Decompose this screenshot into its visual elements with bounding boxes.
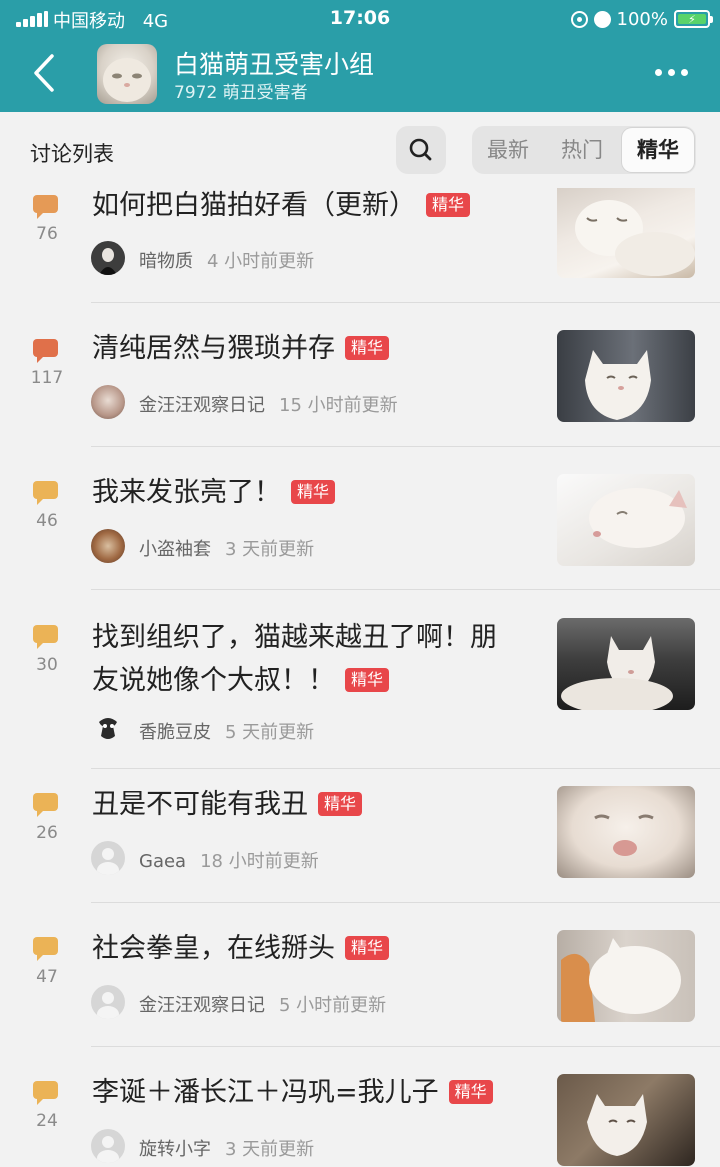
- comment-count: 47: [36, 967, 58, 987]
- comment-icon: [33, 937, 58, 961]
- divider: [91, 589, 720, 590]
- group-title: 白猫萌丑受害小组: [174, 50, 375, 79]
- author-name[interactable]: 香脆豆皮: [139, 722, 211, 743]
- post-title: 清纯居然与猥琐并存 精华: [92, 327, 532, 370]
- status-right: 100% ⚡: [570, 6, 713, 32]
- featured-badge: 精华: [318, 792, 363, 816]
- tab-latest[interactable]: 最新: [472, 126, 544, 174]
- status-bar: 中国移动 4G 17:06 100% ⚡: [0, 0, 720, 38]
- post-title-text: 李诞＋潘长江＋冯巩=我儿子: [92, 1077, 439, 1108]
- post-title: 社会拳皇，在线掰头 精华: [92, 927, 532, 970]
- post-thumbnail[interactable]: [557, 930, 695, 1022]
- post-title-text: 丑是不可能有我丑: [92, 789, 308, 820]
- comment-icon: [33, 195, 58, 219]
- search-icon: [409, 138, 432, 161]
- author-name[interactable]: Gaea: [139, 851, 186, 872]
- post-meta: 旋转小字 3 天前更新: [139, 1135, 314, 1161]
- featured-badge: 精华: [448, 1080, 493, 1104]
- update-time: 15 小时前更新: [279, 395, 398, 416]
- author-name[interactable]: 旋转小字: [139, 1139, 211, 1160]
- post-meta: 暗物质 4 小时前更新: [139, 247, 314, 273]
- group-avatar[interactable]: [97, 44, 157, 104]
- author-avatar[interactable]: [91, 712, 125, 746]
- update-time: 5 小时前更新: [279, 995, 387, 1016]
- divider: [91, 302, 720, 303]
- post-thumbnail[interactable]: [557, 188, 695, 278]
- comment-icon: [33, 339, 58, 363]
- post-thumbnail[interactable]: [557, 786, 695, 878]
- post-title-text: 社会拳皇，在线掰头: [92, 933, 335, 964]
- post-thumbnail[interactable]: [557, 330, 695, 422]
- comment-icon: [33, 793, 58, 817]
- comment-count: 26: [36, 823, 58, 843]
- discussion-list-label: 讨论列表: [30, 142, 114, 166]
- post-title: 我来发张亮了！ 精华: [92, 471, 532, 514]
- divider: [91, 768, 720, 769]
- post-meta: 小盗袖套 3 天前更新: [139, 535, 314, 561]
- discussion-toolbar: 讨论列表 最新 热门 精华: [0, 112, 720, 188]
- featured-badge: 精华: [345, 668, 390, 692]
- author-avatar[interactable]: [91, 985, 125, 1019]
- tab-hot[interactable]: 热门: [546, 126, 618, 174]
- comment-count: 46: [36, 511, 58, 531]
- battery-percent: 100%: [616, 8, 668, 30]
- comment-count: 117: [30, 368, 64, 388]
- post-meta: Gaea 18 小时前更新: [139, 847, 319, 873]
- update-time: 18 小时前更新: [200, 851, 319, 872]
- comment-count: 76: [36, 224, 58, 244]
- post-title: 丑是不可能有我丑 精华: [92, 783, 532, 826]
- divider: [91, 902, 720, 903]
- post-thumbnail[interactable]: [557, 618, 695, 710]
- tab-featured[interactable]: 精华: [622, 128, 694, 172]
- update-time: 3 天前更新: [225, 1139, 315, 1160]
- divider: [91, 1046, 720, 1047]
- author-name[interactable]: 暗物质: [139, 251, 193, 272]
- sort-tabs: 最新 热门 精华: [472, 126, 696, 174]
- comment-icon: [33, 1081, 58, 1105]
- more-options-icon[interactable]: [655, 69, 688, 76]
- comment-icon: [33, 625, 58, 649]
- post-title: 李诞＋潘长江＋冯巩=我儿子 精华: [92, 1071, 532, 1114]
- author-avatar[interactable]: [91, 241, 125, 275]
- comment-count: 30: [36, 655, 58, 675]
- post-title-text: 清纯居然与猥琐并存: [92, 333, 335, 364]
- author-avatar[interactable]: [91, 841, 125, 875]
- app-header: 中国移动 4G 17:06 100% ⚡ 白猫萌丑受害小组 7972 萌丑受害者: [0, 0, 720, 112]
- post-meta: 香脆豆皮 5 天前更新: [139, 718, 314, 744]
- back-icon[interactable]: [28, 52, 62, 94]
- post-thumbnail[interactable]: [557, 474, 695, 566]
- author-avatar[interactable]: [91, 1129, 125, 1163]
- post-title: 找到组织了，猫越来越丑了啊！朋友说她像个大叔！！ 精华: [92, 616, 522, 702]
- author-name[interactable]: 小盗袖套: [139, 539, 211, 560]
- alarm-icon: [593, 10, 611, 28]
- rotation-lock-icon: [570, 10, 588, 28]
- featured-badge: 精华: [345, 336, 390, 360]
- post-title-text: 我来发张亮了！: [92, 477, 281, 508]
- author-name[interactable]: 金汪汪观察日记: [139, 395, 265, 416]
- comment-count: 24: [36, 1111, 58, 1131]
- post-title-text: 找到组织了，猫越来越丑了啊！朋友说她像个大叔！！: [92, 622, 497, 696]
- author-name[interactable]: 金汪汪观察日记: [139, 995, 265, 1016]
- update-time: 4 小时前更新: [207, 251, 315, 272]
- search-button[interactable]: [396, 126, 446, 174]
- author-avatar[interactable]: [91, 385, 125, 419]
- post-meta: 金汪汪观察日记 5 小时前更新: [139, 991, 386, 1017]
- featured-badge: 精华: [345, 936, 390, 960]
- post-title: 如何把白猫拍好看（更新） 精华: [92, 184, 532, 227]
- featured-badge: 精华: [291, 480, 336, 504]
- comment-icon: [33, 481, 58, 505]
- featured-badge: 精华: [426, 193, 471, 217]
- author-avatar[interactable]: [91, 529, 125, 563]
- battery-icon: ⚡: [674, 10, 713, 28]
- post-meta: 金汪汪观察日记 15 小时前更新: [139, 391, 398, 417]
- divider: [91, 446, 720, 447]
- update-time: 3 天前更新: [225, 539, 315, 560]
- update-time: 5 天前更新: [225, 722, 315, 743]
- group-member-count: 7972 萌丑受害者: [174, 83, 308, 103]
- post-title-text: 如何把白猫拍好看（更新）: [92, 190, 416, 221]
- post-thumbnail[interactable]: [557, 1074, 695, 1166]
